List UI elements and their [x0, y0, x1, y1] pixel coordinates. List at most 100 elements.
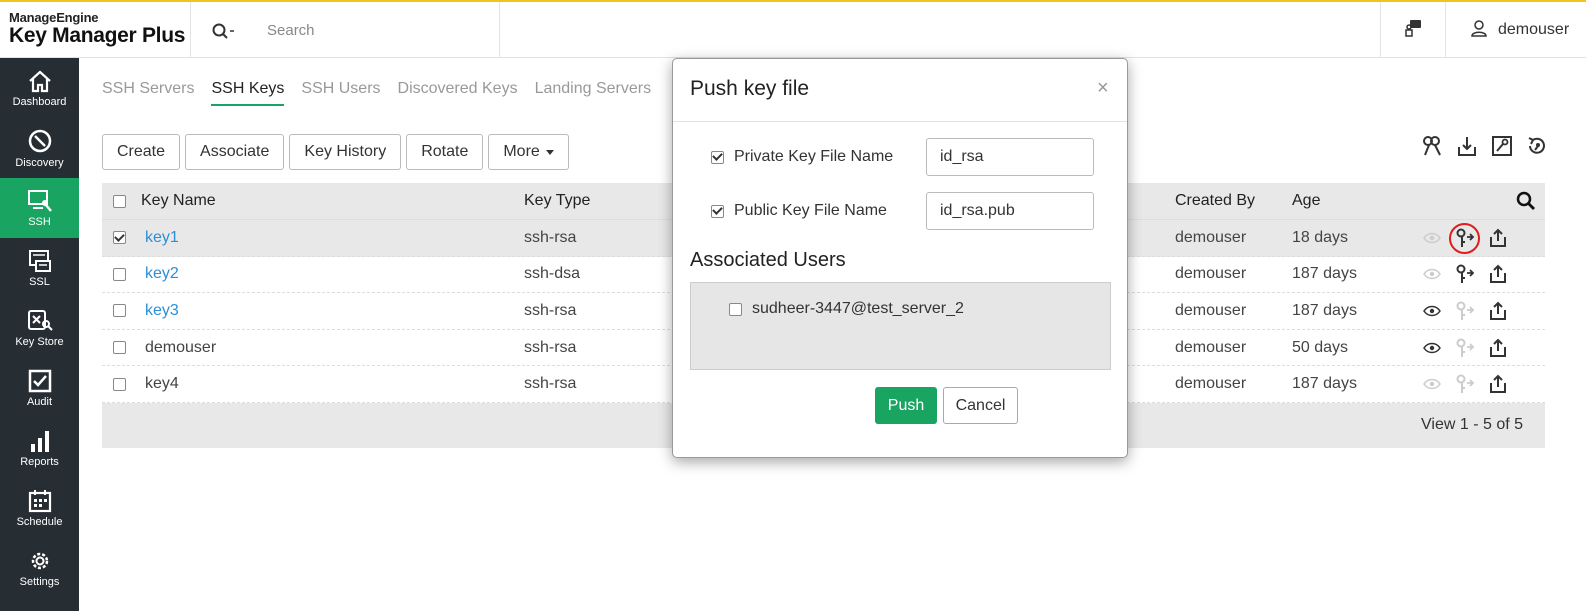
- sidebar-item-label: Settings: [19, 575, 60, 588]
- feedback-button[interactable]: [1380, 2, 1446, 58]
- tab-landing-servers[interactable]: Landing Servers: [535, 80, 652, 106]
- push-button[interactable]: Push: [875, 387, 937, 424]
- created-by: demouser: [1175, 338, 1247, 356]
- key-store-icon: [27, 309, 53, 331]
- key-type: ssh-rsa: [524, 375, 577, 393]
- user-checkbox[interactable]: [729, 302, 742, 316]
- user-icon: [1470, 19, 1488, 42]
- keys-group-icon[interactable]: [1420, 134, 1444, 158]
- sidebar-item-label: Discovery: [15, 156, 64, 169]
- sidebar-item-reports[interactable]: Reports: [0, 418, 79, 478]
- rotate-button[interactable]: Rotate: [406, 134, 484, 170]
- key-refresh-icon[interactable]: [1525, 134, 1549, 158]
- cancel-button[interactable]: Cancel: [943, 387, 1018, 424]
- sidebar-item-key-store[interactable]: Key Store: [0, 298, 79, 358]
- key-type: ssh-dsa: [524, 265, 581, 283]
- row-checkbox[interactable]: [113, 341, 126, 355]
- caret-down-icon: [545, 149, 554, 155]
- sidebar-item-discovery[interactable]: Discovery: [0, 118, 79, 178]
- push-key-icon[interactable]: [1455, 301, 1475, 321]
- tab-ssh-servers[interactable]: SSH Servers: [102, 80, 194, 106]
- view-disabled-icon: [1422, 228, 1442, 248]
- sidebar-item-label: Reports: [20, 455, 59, 468]
- checklist-icon: [28, 369, 51, 392]
- push-key-icon[interactable]: [1455, 264, 1475, 284]
- created-by: demouser: [1175, 265, 1247, 283]
- created-by: demouser: [1175, 228, 1247, 246]
- top-bar: ManageEngine Key Manager Plus demouser: [0, 0, 1586, 58]
- column-created-by[interactable]: Created By: [1175, 183, 1255, 219]
- home-icon: [28, 70, 51, 92]
- table-search-icon[interactable]: [1516, 183, 1536, 219]
- public-key-checkbox[interactable]: [711, 204, 724, 218]
- sidebar-item-dashboard[interactable]: Dashboard: [0, 58, 79, 118]
- more-dropdown[interactable]: More: [488, 134, 569, 170]
- key-age: 18 days: [1292, 228, 1349, 246]
- private-key-file-name-input[interactable]: [926, 138, 1094, 176]
- divider: [673, 121, 1127, 122]
- brand-company: ManageEngine: [9, 10, 99, 25]
- ssh-tabs: SSH Servers SSH Keys SSH Users Discovere…: [102, 80, 651, 106]
- tab-ssh-keys[interactable]: SSH Keys: [211, 80, 285, 106]
- public-key-file-name-input[interactable]: [926, 192, 1094, 230]
- export-icon[interactable]: [1488, 338, 1508, 358]
- sidebar-item-schedule[interactable]: Schedule: [0, 478, 79, 538]
- created-by: demouser: [1175, 375, 1247, 393]
- search-icon[interactable]: [211, 22, 235, 40]
- key-type: ssh-rsa: [524, 338, 577, 356]
- export-icon[interactable]: [1488, 374, 1508, 394]
- download-icon[interactable]: [1455, 134, 1479, 158]
- sidebar-item-settings[interactable]: Settings: [0, 538, 79, 598]
- sidebar-item-label: Dashboard: [12, 95, 67, 108]
- select-all-checkbox[interactable]: [113, 194, 126, 208]
- push-key-icon[interactable]: [1455, 338, 1475, 358]
- associated-users-heading: Associated Users: [690, 249, 846, 271]
- export-icon[interactable]: [1488, 301, 1508, 321]
- push-key-icon[interactable]: [1455, 374, 1475, 394]
- tab-ssh-users[interactable]: SSH Users: [301, 80, 380, 106]
- highlight-circle: [1449, 223, 1480, 254]
- private-key-checkbox[interactable]: [711, 150, 724, 164]
- row-checkbox[interactable]: [113, 231, 126, 245]
- export-icon[interactable]: [1488, 228, 1508, 248]
- action-toolbar: Create Associate Key History Rotate More: [102, 134, 569, 170]
- list-item[interactable]: sudheer-3447@test_server_2: [729, 300, 964, 318]
- feedback-icon: [1403, 18, 1423, 43]
- view-icon[interactable]: [1422, 301, 1442, 321]
- search-input[interactable]: [267, 18, 467, 42]
- key-name-link[interactable]: key1: [145, 220, 179, 256]
- key-name-link[interactable]: key2: [145, 257, 179, 293]
- associate-button[interactable]: Associate: [185, 134, 285, 170]
- key-age: 50 days: [1292, 338, 1349, 356]
- sidebar-item-label: Audit: [26, 395, 53, 408]
- key-name-link[interactable]: key3: [145, 293, 179, 329]
- column-key-type[interactable]: Key Type: [524, 183, 590, 219]
- row-checkbox[interactable]: [113, 304, 126, 318]
- export-icon[interactable]: [1488, 264, 1508, 284]
- key-tools: [1420, 134, 1549, 158]
- close-icon[interactable]: ×: [1097, 77, 1109, 100]
- brand-logo[interactable]: ManageEngine Key Manager Plus: [9, 10, 189, 48]
- key-edit-icon[interactable]: [1490, 134, 1514, 158]
- sidebar-item-audit[interactable]: Audit: [0, 358, 79, 418]
- sidebar-item-label: Key Store: [15, 335, 64, 348]
- created-by: demouser: [1175, 301, 1247, 319]
- column-age[interactable]: Age: [1292, 183, 1320, 219]
- more-label: More: [503, 143, 540, 160]
- column-key-name[interactable]: Key Name: [141, 183, 216, 219]
- key-history-button[interactable]: Key History: [289, 134, 402, 170]
- username: demouser: [1498, 21, 1570, 38]
- sidebar-item-ssl[interactable]: SSL: [0, 238, 79, 298]
- row-checkbox[interactable]: [113, 377, 126, 391]
- row-checkbox[interactable]: [113, 267, 126, 281]
- key-age: 187 days: [1292, 301, 1357, 319]
- sidebar-item-label: SSL: [29, 275, 50, 288]
- view-disabled-icon: [1422, 374, 1442, 394]
- tab-discovered-keys[interactable]: Discovered Keys: [398, 80, 518, 106]
- view-icon[interactable]: [1422, 338, 1442, 358]
- sidebar-item-ssh[interactable]: SSH: [0, 178, 79, 238]
- key-name: demouser: [145, 338, 217, 356]
- create-button[interactable]: Create: [102, 134, 181, 170]
- user-menu[interactable]: demouser: [1470, 18, 1569, 42]
- dialog-title: Push key file: [690, 77, 810, 100]
